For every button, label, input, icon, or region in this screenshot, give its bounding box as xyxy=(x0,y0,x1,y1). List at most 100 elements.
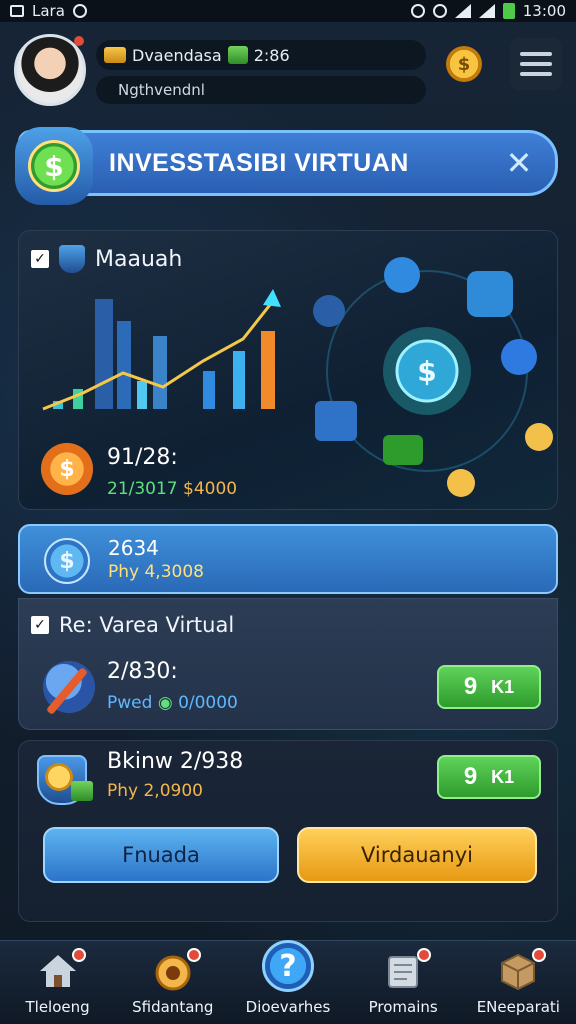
dollar-sign: $ xyxy=(417,355,436,388)
growth-chart-illustration xyxy=(42,289,281,411)
bar xyxy=(203,371,215,409)
nav-label: Tleloeng xyxy=(25,998,90,1016)
subtitle: Ngthvendnl xyxy=(118,81,205,99)
nav-label: Dioevarhes xyxy=(245,998,331,1016)
collect-button[interactable]: 9 K1 xyxy=(437,665,541,709)
balance-value: Bkinw 2/938 xyxy=(107,749,244,774)
page-title: INVESSTASIBI VIRTUAN xyxy=(109,149,409,177)
nav-item-packages[interactable]: ENeeparati xyxy=(462,948,574,1016)
alarm-icon xyxy=(432,4,447,18)
finance-orb-illustration: $ xyxy=(313,257,553,497)
gear-coin-icon: $ xyxy=(41,443,93,495)
globe-icon xyxy=(313,295,345,327)
button-sub: K1 xyxy=(491,766,515,787)
fund-button[interactable]: Fnuada xyxy=(43,827,279,883)
signal-icon xyxy=(478,4,495,18)
nav-label: Sfidantang xyxy=(132,998,214,1016)
chart-card-icon xyxy=(467,271,513,317)
balance: 2:86 xyxy=(253,45,290,65)
virtual-button[interactable]: Virdauanyi xyxy=(297,827,537,883)
virtual-area-panel: ✓ Re: Varea Virtual 2/830: Pwed ◉ 0/0000… xyxy=(18,598,558,730)
panel-label: Maauah xyxy=(95,246,183,272)
area-label: Pwed xyxy=(107,693,153,713)
arrow-icon xyxy=(263,289,281,307)
checkbox[interactable]: ✓ xyxy=(31,250,49,268)
gold-coin-icon xyxy=(45,763,73,791)
notification-dot xyxy=(74,36,84,46)
dollar-bubble-icon xyxy=(384,257,420,293)
menu-line xyxy=(520,52,552,56)
selected-investment-row[interactable]: $ 2634 Phy 4,3008 xyxy=(18,524,558,594)
image-icon xyxy=(10,5,24,17)
menu-button[interactable] xyxy=(510,38,562,90)
area-details: Pwed ◉ 0/0000 xyxy=(107,693,238,713)
bar xyxy=(261,331,275,409)
title-banner: $ INVESSTASIBI VIRTUAN ✕ xyxy=(15,127,558,205)
coin-icon: ◉ xyxy=(157,693,173,713)
investment-details: 21/3017 $4000 xyxy=(107,479,237,499)
status-time: 13:00 xyxy=(522,2,566,20)
dollar-icon: $ xyxy=(457,53,471,75)
document-icon xyxy=(501,339,537,375)
notification-dot xyxy=(417,948,432,962)
cash-icon xyxy=(227,46,248,64)
username: Dvaendasa xyxy=(132,45,222,65)
medal-center xyxy=(165,966,180,980)
status-bar: Lara 13:00 xyxy=(0,0,576,22)
user-info-bar: Dvaendasa 2:86 xyxy=(96,40,426,70)
coin-shop-button[interactable]: $ xyxy=(446,46,482,82)
menu-line xyxy=(520,72,552,76)
row-subvalue: Phy 4,3008 xyxy=(108,562,204,582)
menu-line xyxy=(520,62,552,66)
nav-item-promotions[interactable]: Promains xyxy=(347,948,459,1016)
bluetooth-icon xyxy=(410,4,425,18)
row-value: 2634 xyxy=(108,536,159,560)
wifi-icon xyxy=(454,4,471,18)
help-icon: ? xyxy=(261,940,314,992)
investment-date: 21/3017 xyxy=(107,479,178,499)
button-label: 9 xyxy=(463,673,478,700)
cash-icon xyxy=(383,435,423,465)
notification-icon xyxy=(72,4,87,18)
checkbox[interactable]: ✓ xyxy=(31,616,49,634)
battery-icon xyxy=(502,3,515,19)
nav-label: ENeeparati xyxy=(476,998,560,1016)
notification-dot xyxy=(532,948,547,962)
gold-coin-icon xyxy=(525,423,553,451)
bar xyxy=(233,351,245,409)
shield-icon xyxy=(59,245,85,273)
notification-dot xyxy=(71,948,86,962)
button-label: 9 xyxy=(463,763,478,790)
balance-details: Phy 2,0900 xyxy=(107,781,203,801)
investment-value: 91/28: xyxy=(107,445,178,470)
area-amount: 0/0000 xyxy=(178,693,238,713)
header: Dvaendasa 2:86 Ngthvendnl $ xyxy=(14,30,562,110)
building xyxy=(117,321,131,409)
close-button[interactable]: ✕ xyxy=(501,145,537,181)
nav-label: Promains xyxy=(368,998,438,1016)
cash-icon xyxy=(71,781,93,801)
status-carrier: Lara xyxy=(32,2,65,20)
coins-icon xyxy=(104,47,126,63)
gold-coin-icon xyxy=(447,469,475,497)
banner-badge: $ xyxy=(15,127,93,205)
nav-item-home[interactable]: Tleloeng xyxy=(2,948,114,1016)
investment-amount: $4000 xyxy=(183,479,238,499)
button-sub: K1 xyxy=(491,676,515,697)
collect-button[interactable]: 9 K1 xyxy=(437,755,541,799)
dollar-coin-icon: $ xyxy=(28,140,80,192)
door-shape xyxy=(53,975,62,987)
building xyxy=(95,299,113,409)
notification-dot xyxy=(186,948,201,962)
nav-item-standings[interactable]: Sfidantang xyxy=(117,948,229,1016)
bottom-navigation: Tleloeng Sfidantang ? Dioevarhes Promain… xyxy=(0,940,576,1024)
nav-item-discover[interactable]: ? Dioevarhes xyxy=(232,940,344,1016)
subtitle-bar: Ngthvendnl xyxy=(96,76,426,104)
investment-panel: ✓ Maauah $ $ 91/28: 21/3017 $4000 xyxy=(18,230,558,510)
area-value: 2/830: xyxy=(107,659,178,684)
panel-label: Re: Varea Virtual xyxy=(59,613,235,637)
dollar-coin-icon: $ xyxy=(44,538,90,584)
balance-panel: Bkinw 2/938 Phy 2,0900 9 K1 Fnuada Virda… xyxy=(18,740,558,922)
building xyxy=(153,336,167,409)
bar xyxy=(137,381,147,409)
